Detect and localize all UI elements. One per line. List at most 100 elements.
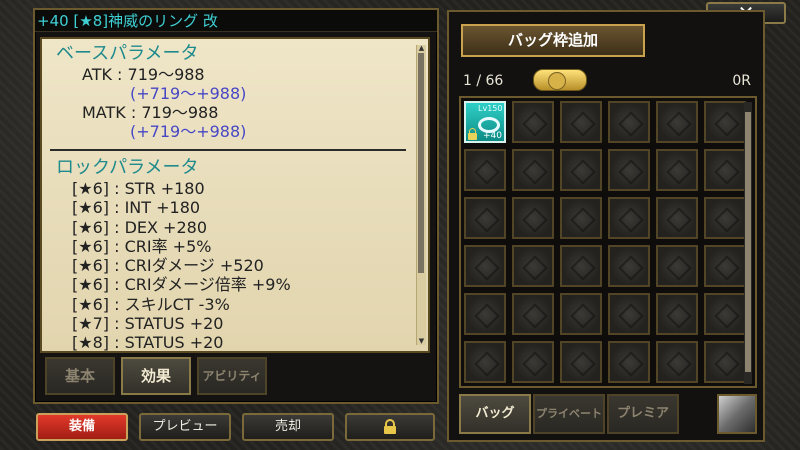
bag-slot-empty[interactable]: [560, 341, 602, 383]
lock-param-text: : CRIダメージ倍率 +9%: [109, 275, 291, 295]
star-rank: [★6]: [72, 179, 110, 198]
bag-slot-empty[interactable]: [704, 341, 746, 383]
lock-param-line: [★6] : DEX +280: [72, 218, 412, 237]
bag-slot-empty[interactable]: [704, 245, 746, 287]
preview-button[interactable]: プレビュー: [139, 413, 231, 441]
star-rank: [★6]: [72, 275, 110, 295]
item-title: +40 [★8]神威のリング 改: [35, 10, 437, 32]
bag-slot-empty[interactable]: [512, 245, 554, 287]
star-rank: [★6]: [72, 217, 110, 237]
lock-param-text: : CRIダメージ +520: [109, 256, 264, 276]
parameter-scroll-box[interactable]: ベースパラメータ ATK : 719～988 (+719～+988) MATK …: [40, 37, 430, 353]
paren-close: ): [240, 84, 247, 103]
tab-bag[interactable]: バッグ: [459, 394, 531, 434]
bag-slot-empty[interactable]: [464, 341, 506, 383]
bag-slot-empty[interactable]: [560, 245, 602, 287]
item-plus: +40: [483, 131, 502, 141]
padlock-icon: [384, 419, 396, 434]
tab-premium[interactable]: プレミア: [607, 394, 679, 434]
bag-slot-empty[interactable]: [608, 197, 650, 239]
detail-scrollbar[interactable]: ▲ ▼: [416, 45, 426, 345]
section-divider: [50, 149, 406, 151]
atk-bonus-max: +988: [196, 84, 241, 103]
bag-slot-empty[interactable]: [560, 101, 602, 143]
lock-param-text: : STATUS +20: [109, 314, 224, 334]
item-detail-panel: +40 [★8]神威のリング 改 ベースパラメータ ATK : 719～988 …: [33, 8, 439, 404]
money-amount: 0R: [732, 73, 751, 89]
parameter-content: ベースパラメータ ATK : 719～988 (+719～+988) MATK …: [42, 39, 412, 353]
bag-slot-empty[interactable]: [656, 293, 698, 335]
range-sep: ～: [180, 84, 197, 103]
add-bag-slot-button[interactable]: バッグ枠追加: [461, 24, 645, 57]
atk-line: ATK : 719～988: [82, 65, 205, 84]
lock-param-line: [★6] : スキルCT -3%: [72, 295, 412, 314]
bag-slot-empty[interactable]: [512, 101, 554, 143]
bag-slot-empty[interactable]: [656, 341, 698, 383]
tab-ability[interactable]: アビリティ: [197, 357, 267, 395]
bag-slot-empty[interactable]: [512, 197, 554, 239]
star-rank: [★7]: [72, 314, 110, 334]
lock-icon: [468, 128, 477, 140]
bag-slot-empty[interactable]: [608, 245, 650, 287]
tool-icon[interactable]: [717, 394, 757, 434]
bag-slot-empty[interactable]: [704, 293, 746, 335]
bag-slot-empty[interactable]: [608, 341, 650, 383]
bag-slot-empty[interactable]: [464, 149, 506, 191]
scroll-up-icon[interactable]: ▲: [417, 45, 426, 52]
bag-slot-empty[interactable]: [656, 245, 698, 287]
bag-slot-empty[interactable]: [608, 101, 650, 143]
lock-param-heading: ロックパラメータ: [56, 157, 199, 178]
lock-button[interactable]: [345, 413, 435, 441]
lock-param-line: [★7] : STATUS +20: [72, 314, 412, 333]
matk-line: MATK : 719～988: [82, 103, 219, 122]
lock-param-text: : STATUS +20: [109, 333, 224, 353]
tab-effect[interactable]: 効果: [121, 357, 191, 395]
star-rank: [★6]: [72, 294, 110, 314]
bag-slot-empty[interactable]: [512, 149, 554, 191]
bag-slot-empty[interactable]: [464, 197, 506, 239]
scroll-thumb[interactable]: [418, 53, 424, 273]
scroll-down-icon[interactable]: ▼: [417, 338, 426, 345]
tab-basic[interactable]: 基本: [45, 357, 115, 395]
matk-bonus-line: (+719～+988): [130, 122, 412, 141]
bag-slot-empty[interactable]: [656, 101, 698, 143]
bag-slot-empty[interactable]: [608, 293, 650, 335]
atk-bonus-line: (+719～+988): [130, 84, 412, 103]
bag-slot-empty[interactable]: [704, 197, 746, 239]
bag-slot-empty[interactable]: [560, 293, 602, 335]
bag-grid-frame: Lv150 +40: [459, 96, 757, 388]
bag-count: 1 / 66: [463, 73, 504, 89]
bag-slot-empty[interactable]: [512, 293, 554, 335]
tab-private[interactable]: プライベート: [533, 394, 605, 434]
lock-param-text: : DEX +280: [109, 217, 207, 237]
star-rank: [★6]: [72, 256, 110, 276]
paren-close: ): [240, 122, 247, 141]
bag-scrollbar[interactable]: [744, 102, 752, 384]
star-rank: [★6]: [72, 236, 110, 256]
atk-bonus-min: +719: [136, 84, 181, 103]
lock-param-text: : スキルCT -3%: [109, 294, 230, 314]
bag-scroll-thumb[interactable]: [745, 112, 751, 372]
bag-slot-empty[interactable]: [656, 197, 698, 239]
lock-param-line: [★6] : CRI率 +5%: [72, 237, 412, 256]
bag-slot-empty[interactable]: [608, 149, 650, 191]
bag-slot-empty[interactable]: [464, 293, 506, 335]
bag-slot-empty[interactable]: [560, 149, 602, 191]
star-rank: [★8]: [72, 333, 110, 353]
lock-param-line: [★6] : CRIダメージ +520: [72, 256, 412, 275]
bag-slot-empty[interactable]: [464, 245, 506, 287]
bag-slot-empty[interactable]: [560, 197, 602, 239]
equip-button[interactable]: 装備: [36, 413, 128, 441]
lock-param-text: : STR +180: [109, 179, 205, 198]
sell-button[interactable]: 売却: [242, 413, 334, 441]
bag-slot-empty[interactable]: [656, 149, 698, 191]
bag-slot-empty[interactable]: [704, 101, 746, 143]
bag-slot-empty[interactable]: [512, 341, 554, 383]
matk-bonus-max: +988: [196, 122, 241, 141]
bag-slot-item[interactable]: Lv150 +40: [464, 101, 506, 143]
base-param-heading: ベースパラメータ: [56, 43, 199, 64]
lock-param-line: [★6] : CRIダメージ倍率 +9%: [72, 275, 412, 294]
matk-bonus-min: +719: [136, 122, 181, 141]
bag-slot-empty[interactable]: [704, 149, 746, 191]
lock-param-text: : INT +180: [109, 198, 201, 218]
